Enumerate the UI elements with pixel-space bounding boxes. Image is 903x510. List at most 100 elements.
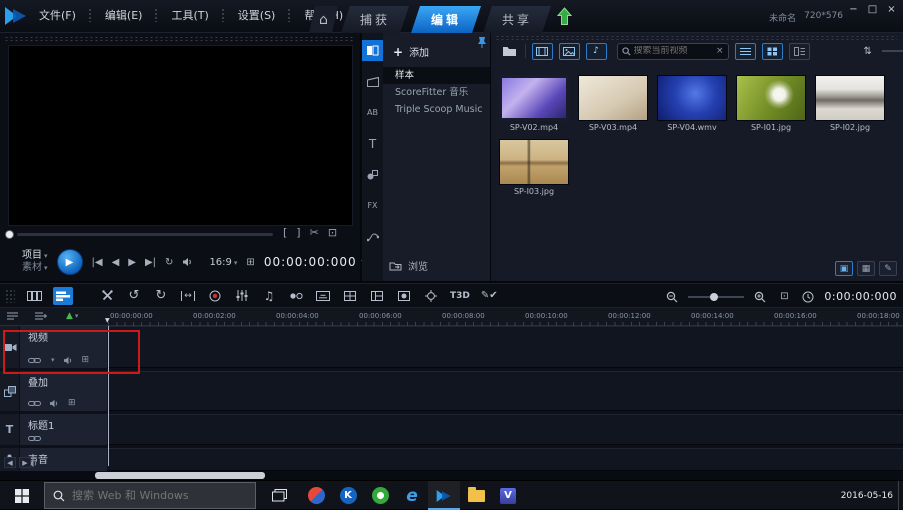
title-track-type-button[interactable]: T [0,414,20,445]
browse-button[interactable]: 浏览 [389,258,428,273]
clip-mode-button[interactable]: 素材 ▾ [22,262,48,274]
pin-icon[interactable] [477,36,487,48]
link-button[interactable] [28,400,41,407]
timeline-hscrollbar-thumb[interactable] [95,472,265,479]
pen-check-button[interactable]: ✎✔ [481,287,498,305]
maximize-button[interactable]: □ [865,3,880,16]
next-frame-button[interactable]: ▶ [128,257,136,268]
media-thumbnail[interactable]: SP-I03.jpg [498,139,570,196]
filter-icon[interactable]: FX [362,195,383,216]
transitions-icon[interactable]: AB [362,102,383,123]
fit-timeline-button[interactable]: ⊡ [776,288,792,306]
timeline-zoom-slider[interactable] [688,292,745,301]
taskbar-app-explorer[interactable] [460,481,492,510]
split-screen-button[interactable] [369,287,385,305]
go-start-button[interactable]: |◀ [92,257,103,268]
enlarge-preview-button[interactable]: ⊡ [328,226,337,239]
filter-video-button[interactable] [531,42,553,60]
voice-track-content[interactable] [107,448,903,471]
play-button[interactable]: ▶ [56,249,83,275]
prev-frame-button[interactable]: ◀ [112,257,120,268]
clear-search-icon[interactable]: × [716,46,724,56]
overlay-track-type-button[interactable] [0,371,20,411]
resize-preview-button[interactable]: ⊞ [246,257,254,268]
media-thumbnail[interactable]: SP-V03.mp4 [577,75,649,132]
track-options-button[interactable] [34,311,47,321]
timeline-hscrollbar-track[interactable] [0,471,903,480]
show-desktop-button[interactable] [898,481,903,510]
track-manager-button[interactable] [6,311,19,321]
gallery-search-input[interactable] [633,46,713,56]
view-list-button[interactable] [734,42,756,60]
view-thumbnail-button[interactable] [761,42,783,60]
footer-edit-button[interactable]: ✎ [879,261,897,276]
task-view-button[interactable] [262,481,296,510]
link-button[interactable] [28,435,41,442]
overlay-track-content[interactable] [107,371,903,411]
voice-track-header[interactable]: 声音 [20,448,107,471]
split-clip-button[interactable]: ✂ [310,226,319,239]
tab-share[interactable]: 共享 [483,6,551,33]
add-folder-button[interactable]: + 添加 [393,44,429,60]
scroll-left-button[interactable]: ◀ [4,457,16,468]
upload-arrow-icon[interactable] [557,7,572,26]
slider-knob[interactable] [710,292,719,301]
scroll-right-button[interactable]: ▶ [19,457,31,468]
taskbar-search-input[interactable] [72,489,247,502]
library-category-scorefitter[interactable]: ScoreFitter 音乐 [383,84,490,101]
media-thumbnail[interactable]: SP-I01.jpg [735,75,807,132]
media-thumbnail[interactable]: SP-I02.jpg [814,75,886,132]
library-category-triplescoop[interactable]: Triple Scoop Music [383,101,490,118]
mark-in-button[interactable]: [ [283,226,287,239]
motion-path-icon[interactable] [362,226,383,247]
overlay-track-header[interactable]: 叠加 ⊞ [20,371,107,411]
taskbar-app-videostudio[interactable] [428,481,460,510]
storyboard-view-button[interactable] [26,287,42,305]
mark-out-button[interactable]: ] [296,226,300,239]
close-button[interactable]: × [884,3,899,16]
taskbar-app-green[interactable] [364,481,396,510]
mute-button[interactable] [49,399,60,408]
ruler-scale[interactable]: 00:00:00:00 00:00:02:00 00:00:04:00 00:0… [108,308,903,326]
multicam-editor-button[interactable] [342,287,358,305]
volume-button[interactable] [182,257,194,267]
title-icon[interactable]: T [362,133,383,154]
taskbar-app-k[interactable]: K [332,481,364,510]
sort-button[interactable]: ⇅ [864,46,872,57]
sound-mixer-button[interactable] [234,287,250,305]
media-thumbnail[interactable]: SP-V02.mp4 [498,75,570,132]
fit-project-button[interactable]: ↔ [180,287,196,305]
redo-button[interactable]: ↻ [153,287,169,305]
graphics-icon[interactable] [362,164,383,185]
taskbar-app-ie[interactable]: e [396,481,428,510]
library-category-sample[interactable]: 样本 [383,67,490,84]
zoom-in-button[interactable] [752,288,768,306]
tab-capture[interactable]: 捕获 [341,6,409,33]
taskbar-app-colorful[interactable] [300,481,332,510]
media-thumbnail[interactable]: SP-V04.wmv [656,75,728,132]
zoom-out-button[interactable] [664,288,680,306]
view-detail-button[interactable] [788,42,810,60]
subtitle-editor-button[interactable] [315,287,331,305]
chapter-cue-button[interactable]: ▲ ▾ [66,311,78,321]
footer-media-button[interactable]: ▣ [835,261,853,276]
menu-edit[interactable]: 编辑(E) [98,5,150,25]
footer-grid-button[interactable]: ▦ [857,261,875,276]
auto-music-button[interactable]: ♫ [261,287,277,305]
repeat-button[interactable]: ↻ [165,257,173,268]
taskbar-date[interactable]: 2016-05-16 [841,491,893,501]
timeline-view-button[interactable] [53,286,73,305]
import-folder-button[interactable] [502,45,517,57]
record-capture-button[interactable] [207,287,223,305]
menu-settings[interactable]: 设置(S) [231,5,283,25]
title-track-content[interactable] [107,414,903,445]
menu-file[interactable]: 文件(F) [32,5,83,25]
scrubber-track[interactable] [17,233,273,236]
project-duration-button[interactable] [800,288,816,306]
go-end-button[interactable]: ▶| [145,257,156,268]
minimize-button[interactable]: − [846,3,861,16]
taskbar-app-v[interactable]: V [492,481,524,510]
timeline-ruler[interactable]: ▲ ▾ 00:00:00:00 00:00:02:00 00:00:04:00 0… [0,308,903,326]
mask-creator-button[interactable] [396,287,412,305]
filter-photo-button[interactable] [558,42,580,60]
